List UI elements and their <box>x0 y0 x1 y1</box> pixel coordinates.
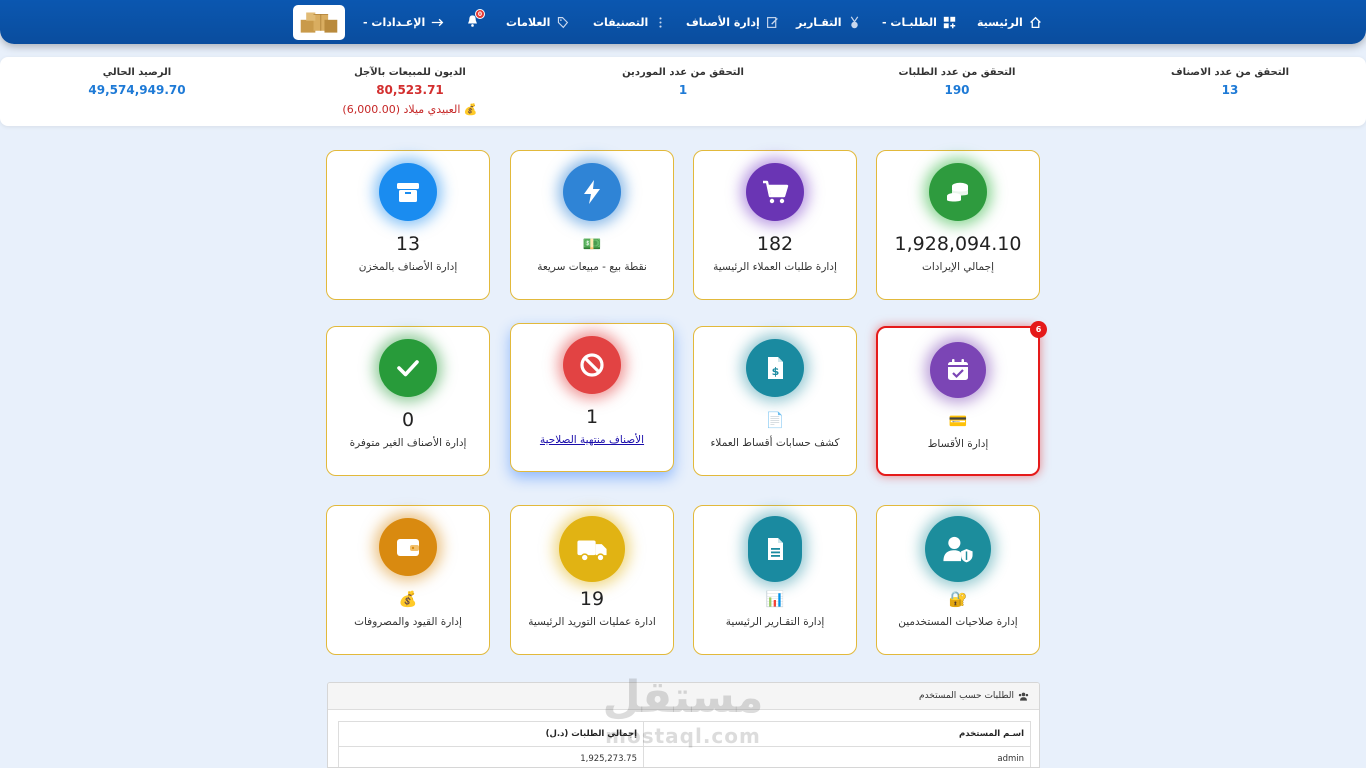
card-warehouse-items[interactable]: 13 إدارة الأصناف بالمخزن <box>326 150 490 300</box>
card-installment-statement[interactable]: $ 📄 كشف حسابات أقساط العملاء <box>693 326 857 476</box>
card-installments[interactable]: 💳 إدارة الأقساط 6 <box>876 321 1047 476</box>
top-navbar: الرئيسية الطلبـات - التقـارير إدارة الأص… <box>0 0 1366 44</box>
nav-brands[interactable]: العلامات <box>506 13 569 31</box>
check-icon <box>379 339 437 397</box>
stat-current-balance: الرصيد الحالي 49,574,949.70 <box>88 67 186 97</box>
file-lines-icon <box>748 516 802 582</box>
lock-emoji-icon: 🔐 <box>948 590 968 608</box>
stat-suppliers-count: التحقق من عدد الموردين 1 <box>622 67 744 97</box>
card-total-revenue[interactable]: 1,928,094.10 إجمالي الإيرادات <box>876 150 1040 300</box>
orders-by-user-table: اسـم المستخدم إجمالي الطلبات (د.ل) admin… <box>338 721 1031 767</box>
card-user-permissions[interactable]: 🔐 إدارة صلاحيات المستخدمين <box>876 505 1040 655</box>
table-row: admin 1,925,273.75 <box>338 746 1031 767</box>
document-emoji-icon: 📄 <box>765 411 785 429</box>
user-shield-icon <box>925 516 991 582</box>
column-header-user[interactable]: اسـم المستخدم <box>643 721 1031 747</box>
edit-document-icon <box>766 16 778 28</box>
wallet-icon <box>379 518 437 576</box>
card-customer-orders[interactable]: 182 إدارة طلبات العملاء الرئيسية <box>693 150 857 300</box>
installments-badge: 6 <box>1030 321 1047 338</box>
nav-categories[interactable]: التصنيفات <box>593 13 667 31</box>
invoice-dollar-icon: $ <box>746 339 804 397</box>
orders-by-user-panel: الطلبات حسب المستخدم اسـم المستخدم إجمال… <box>327 682 1040 768</box>
coins-icon <box>929 163 987 221</box>
boxes-logo-icon <box>300 11 338 33</box>
money-emoji-icon: 💵 <box>582 235 602 253</box>
card-entries-expenses[interactable]: 💰 إدارة القيود والمصروفات <box>326 505 490 655</box>
stat-items-count: التحقق من عدد الاصناف 13 <box>1170 67 1290 97</box>
svg-text:$: $ <box>772 365 780 378</box>
ban-icon <box>563 336 621 394</box>
stat-credit-debts: الديون للمبيعات بالآجل 80,523.71 💰 العبي… <box>310 67 510 116</box>
panel-header: الطلبات حسب المستخدم <box>328 683 1039 710</box>
panel-title: الطلبات حسب المستخدم <box>919 691 1014 701</box>
users-icon <box>1018 692 1029 701</box>
card-supply-operations[interactable]: 19 ادارة عمليات التوريد الرئيسية <box>510 505 674 655</box>
column-header-total[interactable]: إجمالي الطلبات (د.ل) <box>338 721 644 747</box>
nav-home[interactable]: الرئيسية <box>977 13 1042 31</box>
cart-icon <box>746 163 804 221</box>
truck-icon <box>559 516 625 582</box>
medal-icon <box>850 15 858 28</box>
card-unavailable-items[interactable]: 0 إدارة الأصناف الغير متوفرة <box>326 326 490 476</box>
lightning-icon <box>563 163 621 221</box>
company-logo[interactable] <box>293 5 345 40</box>
box-icon <box>379 163 437 221</box>
stat-orders-count: التحقق من عدد الطلبات 190 <box>898 67 1016 97</box>
tags-icon <box>558 16 569 28</box>
nav-reports[interactable]: التقـارير <box>796 13 861 31</box>
nav-items[interactable]: إدارة الأصناف <box>686 13 779 31</box>
home-icon <box>1029 16 1041 28</box>
calendar-check-icon <box>930 342 986 398</box>
arrow-right-icon <box>432 18 444 26</box>
notifications-button[interactable]: 0 <box>466 9 485 30</box>
credit-card-emoji-icon: 💳 <box>948 412 968 430</box>
expired-items-link[interactable]: الأصناف منتهية الصلاحية <box>511 434 673 446</box>
stats-bar: التحقق من عدد الاصناف 13 التحقق من عدد ا… <box>0 57 1366 126</box>
money-bag-emoji-icon: 💰 <box>398 590 418 608</box>
top-debtor: 💰 العبيدي ميلاد (6,000.00) <box>342 103 478 116</box>
nav-orders-dropdown[interactable]: الطلبـات - <box>882 13 956 31</box>
card-expired-items[interactable]: 1 الأصناف منتهية الصلاحية <box>510 323 674 472</box>
cell-user: admin <box>643 746 1031 767</box>
cell-total: 1,925,273.75 <box>338 746 644 767</box>
bar-chart-emoji-icon: 📊 <box>765 590 785 608</box>
nav-settings-dropdown[interactable]: الإعـدادات - <box>363 13 444 31</box>
more-vertical-icon <box>659 16 662 28</box>
card-point-of-sale[interactable]: 💵 نقطة بيع - مبيعات سريعة <box>510 150 674 300</box>
notification-badge: 0 <box>475 9 485 19</box>
table-header-row: اسـم المستخدم إجمالي الطلبات (د.ل) <box>338 721 1031 747</box>
card-main-reports[interactable]: 📊 إدارة التقـارير الرئيسية <box>693 505 857 655</box>
grid-plus-icon <box>943 16 956 28</box>
